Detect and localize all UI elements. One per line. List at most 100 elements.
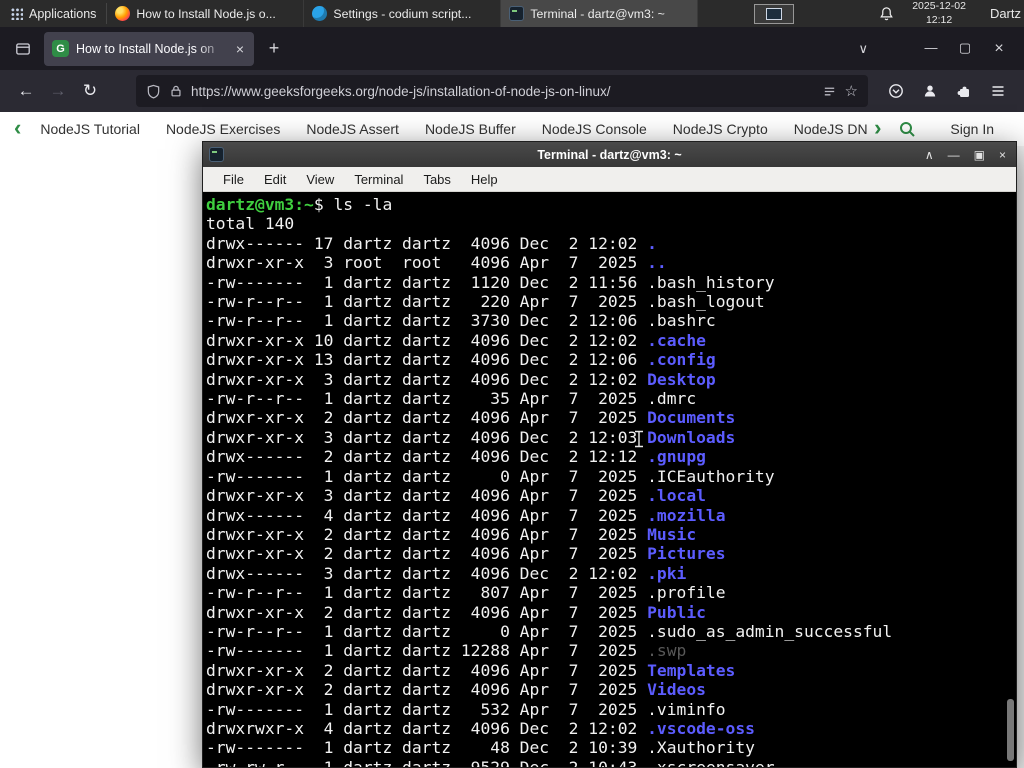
shade-button[interactable]: ∧ (925, 148, 934, 162)
site-nav-link[interactable]: NodeJS Console (529, 121, 660, 137)
user-menu-button[interactable]: Dartz (974, 0, 1024, 27)
file-name: .viminfo (647, 699, 726, 719)
site-nav-link[interactable]: NodeJS Tutorial (27, 121, 153, 137)
site-nav-link[interactable]: NodeJS Assert (293, 121, 412, 137)
applications-label: Applications (29, 6, 97, 21)
forward-button[interactable]: → (42, 75, 74, 107)
terminal-window-controls: ∧ — ▣ × (925, 148, 1016, 162)
search-button[interactable] (887, 121, 928, 138)
url-text[interactable]: https://www.geeksforgeeks.org/node-js/in… (191, 84, 814, 99)
bookmark-star-icon[interactable]: ☆ (845, 82, 858, 100)
new-tab-button[interactable]: + (260, 35, 288, 63)
task-label: How to Install Node.js o... (136, 6, 276, 21)
task-label: Settings - codium script... (333, 6, 472, 21)
list-all-tabs-button[interactable]: ∨ (846, 41, 880, 57)
nav-prev-icon[interactable]: ‹ (8, 116, 27, 142)
terminal-titlebar[interactable]: Terminal - dartz@vm3: ~ ∧ — ▣ × (203, 142, 1016, 167)
sign-in-button[interactable]: Sign In (928, 121, 1012, 137)
mouse-cursor (635, 430, 643, 448)
close-button[interactable]: × (982, 40, 1016, 58)
file-name: . (647, 233, 657, 253)
terminal-menu-item[interactable]: File (213, 172, 254, 187)
terminal-prompt-line: dartz@vm3:~$ ls -la (206, 195, 1002, 214)
terminal-line: drwxrwxr-x 4 dartz dartz 4096 Dec 2 12:0… (206, 719, 1002, 738)
taskbar-button-terminal[interactable]: Terminal - dartz@vm3: ~ (501, 0, 699, 27)
applications-menu-button[interactable]: Applications (0, 0, 106, 27)
terminal-output-area[interactable]: dartz@vm3:~$ ls -la total 140 drwx------… (203, 192, 1016, 767)
clock[interactable]: 2025-12-02 12:12 (904, 0, 974, 27)
terminal-line: -rw-r--r-- 1 dartz dartz 35 Apr 7 2025 .… (206, 389, 1002, 408)
account-icon[interactable] (914, 75, 946, 107)
file-name: .dmrc (647, 389, 697, 409)
terminal-menu-item[interactable]: Edit (254, 172, 296, 187)
firefox-view-icon (16, 42, 30, 55)
top-panel: Applications How to Install Node.js o...… (0, 0, 1024, 27)
file-name: .cache (647, 330, 706, 350)
terminal-maximize-button[interactable]: ▣ (974, 148, 985, 162)
terminal-scrollbar[interactable] (1005, 192, 1016, 767)
terminal-minimize-button[interactable]: — (948, 148, 960, 162)
extensions-icon[interactable] (948, 75, 980, 107)
file-meta: drwxr-xr-x 2 dartz dartz 4096 Apr 7 2025 (206, 602, 648, 622)
nav-next-icon[interactable]: › (868, 116, 887, 142)
terminal-line: drwxr-xr-x 2 dartz dartz 4096 Apr 7 2025… (206, 525, 1002, 544)
pocket-icon[interactable] (880, 75, 912, 107)
gfg-favicon: G (52, 40, 69, 57)
file-name: Documents (647, 408, 736, 428)
file-name: .Xauthority (647, 738, 755, 758)
file-name: .gnupg (647, 447, 706, 467)
file-name: Music (647, 524, 697, 544)
terminal-menu-item[interactable]: View (296, 172, 344, 187)
reader-view-icon[interactable] (822, 84, 837, 99)
site-nav-link[interactable]: NodeJS Crypto (660, 121, 781, 137)
terminal-line: drwx------ 3 dartz dartz 4096 Dec 2 12:0… (206, 564, 1002, 583)
terminal-menu-item[interactable]: Help (461, 172, 508, 187)
file-meta: drwxr-xr-x 10 dartz dartz 4096 Dec 2 12:… (206, 330, 648, 350)
tracking-shield-icon[interactable] (146, 84, 161, 99)
minimize-button[interactable]: — (914, 40, 948, 58)
file-meta: drwxr-xr-x 13 dartz dartz 4096 Dec 2 12:… (206, 350, 648, 370)
file-name: Videos (647, 680, 706, 700)
menu-icon[interactable] (982, 75, 1014, 107)
site-nav-link[interactable]: NodeJS Exercises (153, 121, 293, 137)
site-nav-link[interactable]: NodeJS DNS (781, 121, 868, 137)
file-meta: -rw------- 1 dartz dartz 0 Apr 7 2025 (206, 466, 648, 486)
browser-tab[interactable]: G How to Install Node.js on × (44, 31, 254, 66)
taskbar-button-firefox[interactable]: How to Install Node.js o... (107, 0, 305, 27)
terminal-menu-item[interactable]: Tabs (413, 172, 460, 187)
site-nav-link[interactable]: NodeJS Buffer (412, 121, 529, 137)
shell-command: ls -la (333, 195, 393, 214)
terminal-line: drwx------ 4 dartz dartz 4096 Apr 7 2025… (206, 506, 1002, 525)
reload-button[interactable]: ↻ (74, 75, 106, 107)
terminal-icon (509, 6, 525, 21)
file-name: .config (647, 350, 716, 370)
terminal-line: drwxr-xr-x 2 dartz dartz 4096 Apr 7 2025… (206, 603, 1002, 622)
search-icon (900, 121, 916, 137)
taskbar-button-codium[interactable]: Settings - codium script... (304, 0, 502, 27)
toolbar-icons (880, 75, 1014, 107)
terminal-line: -rw-rw-r-- 1 dartz dartz 9529 Dec 2 10:4… (206, 758, 1002, 767)
url-bar[interactable]: https://www.geeksforgeeks.org/node-js/in… (136, 75, 868, 107)
navigation-toolbar: ← → ↻ https://www.geeksforgeeks.org/node… (0, 70, 1024, 112)
notifications-button[interactable] (869, 0, 904, 27)
lock-icon[interactable] (169, 84, 183, 98)
terminal-close-button[interactable]: × (999, 148, 1006, 162)
file-meta: drwxr-xr-x 2 dartz dartz 4096 Apr 7 2025 (206, 680, 648, 700)
file-name: Desktop (647, 369, 716, 389)
terminal-line: -rw------- 1 dartz dartz 0 Apr 7 2025 .I… (206, 467, 1002, 486)
file-meta: drwxr-xr-x 2 dartz dartz 4096 Apr 7 2025 (206, 544, 648, 564)
maximize-button[interactable]: ▢ (948, 40, 982, 58)
tab-close-button[interactable]: × (234, 41, 246, 57)
back-button[interactable]: ← (10, 75, 42, 107)
file-meta: -rw-r--r-- 1 dartz dartz 3730 Dec 2 12:0… (206, 311, 648, 331)
firefox-view-button[interactable] (10, 36, 36, 62)
terminal-line: drwxr-xr-x 2 dartz dartz 4096 Apr 7 2025… (206, 680, 1002, 699)
page-scrollbar[interactable] (1017, 146, 1024, 768)
terminal-line: drwxr-xr-x 13 dartz dartz 4096 Dec 2 12:… (206, 350, 1002, 369)
terminal-scrollbar-thumb[interactable] (1007, 699, 1014, 761)
terminal-line: drwx------ 2 dartz dartz 4096 Dec 2 12:1… (206, 447, 1002, 466)
file-meta: -rw------- 1 dartz dartz 532 Apr 7 2025 (206, 699, 648, 719)
workspace-switcher[interactable] (754, 3, 795, 24)
file-meta: drwxr-xr-x 2 dartz dartz 4096 Apr 7 2025 (206, 408, 648, 428)
terminal-menu-item[interactable]: Terminal (344, 172, 413, 187)
